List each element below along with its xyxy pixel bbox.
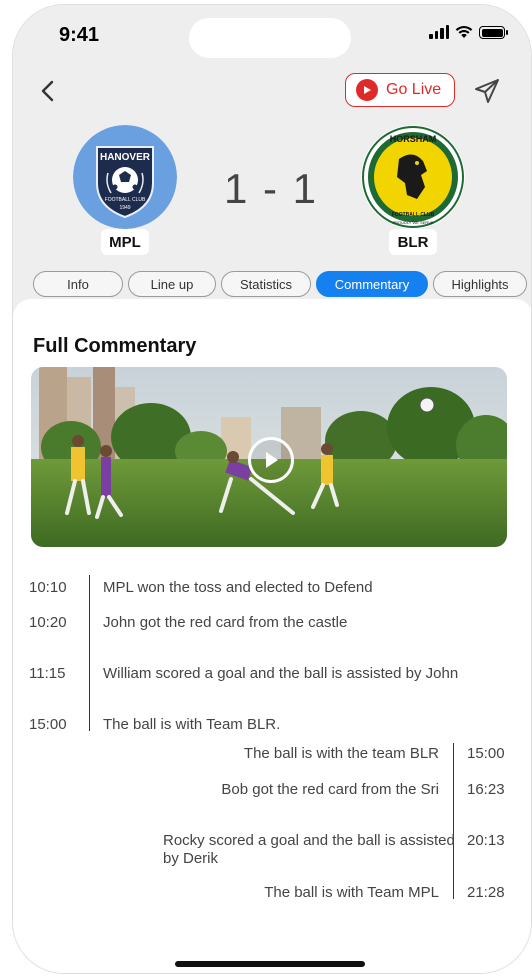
back-button[interactable] — [33, 75, 61, 107]
battery-icon — [479, 26, 508, 39]
timeline-text: Rocky scored a goal and the ball is assi… — [163, 832, 455, 867]
chevron-left-icon — [41, 80, 54, 102]
match-tabs: Info Line up Statistics Commentary Highl… — [33, 271, 527, 297]
send-icon — [475, 79, 499, 103]
tab-statistics[interactable]: Statistics — [221, 271, 311, 297]
video-play-button[interactable] — [248, 437, 294, 483]
home-team-tag: MPL — [101, 229, 149, 255]
home-indicator[interactable] — [175, 961, 365, 967]
timeline-line-left — [89, 575, 90, 731]
away-logo-subtitle: FOOTBALL CLUB — [392, 212, 435, 218]
go-live-button[interactable]: Go Live — [345, 73, 455, 107]
timeline-line-right — [453, 743, 454, 899]
timeline-time: 21:28 — [467, 884, 505, 901]
timeline-text: MPL won the toss and elected to Defend — [103, 579, 373, 596]
timeline-time: 15:00 — [29, 716, 67, 733]
home-logo-year: 1949 — [119, 205, 130, 211]
timeline-text: William scored a goal and the ball is as… — [103, 665, 459, 682]
timeline-time: 10:20 — [29, 614, 67, 631]
status-icons — [429, 25, 508, 39]
phone-frame: 9:41 Go Live HANOVER FOOTBALL CLUB 1949 … — [12, 4, 532, 974]
home-logo-name: HANOVER — [100, 152, 151, 163]
live-play-icon — [356, 79, 378, 101]
away-logo-motto: PROUDLY WE SERVE — [392, 220, 433, 225]
timeline-text: John got the red card from the castle — [103, 614, 348, 631]
timeline-time: 16:23 — [467, 781, 505, 798]
timeline-text: The ball is with the team BLR — [243, 745, 439, 762]
timeline-time: 20:13 — [467, 832, 505, 849]
dynamic-island — [189, 18, 351, 58]
status-time: 9:41 — [59, 24, 100, 46]
tab-line-up[interactable]: Line up — [128, 271, 216, 297]
timeline-time: 15:00 — [467, 745, 505, 762]
timeline-time: 11:15 — [29, 665, 66, 682]
timeline-text: The ball is with Team BLR. — [103, 716, 281, 733]
go-live-label: Go Live — [386, 81, 442, 98]
tab-info[interactable]: Info — [33, 271, 123, 297]
cellular-signal-icon — [429, 25, 449, 39]
tab-highlights[interactable]: Highlights — [433, 271, 527, 297]
section-title: Full Commentary — [33, 335, 197, 357]
share-button[interactable] — [473, 77, 501, 105]
timeline-time: 10:10 — [29, 579, 67, 596]
tab-commentary[interactable]: Commentary — [316, 271, 428, 297]
timeline-text: Bob got the red card from the Sri — [221, 781, 439, 798]
timeline-text: The ball is with Team MPL — [264, 884, 439, 901]
home-logo-subtitle: FOOTBALL CLUB — [105, 197, 146, 203]
away-team-tag: BLR — [389, 229, 437, 255]
match-score: 1 - 1 — [223, 165, 319, 212]
wifi-icon — [455, 25, 473, 38]
home-team-logo: HANOVER FOOTBALL CLUB 1949 — [73, 125, 177, 229]
play-icon — [266, 452, 278, 468]
away-logo-name: HORSHAM — [390, 134, 437, 144]
away-team-logo: HORSHAM FOOTBALL CLUB PROUDLY WE SERVE — [361, 125, 465, 229]
